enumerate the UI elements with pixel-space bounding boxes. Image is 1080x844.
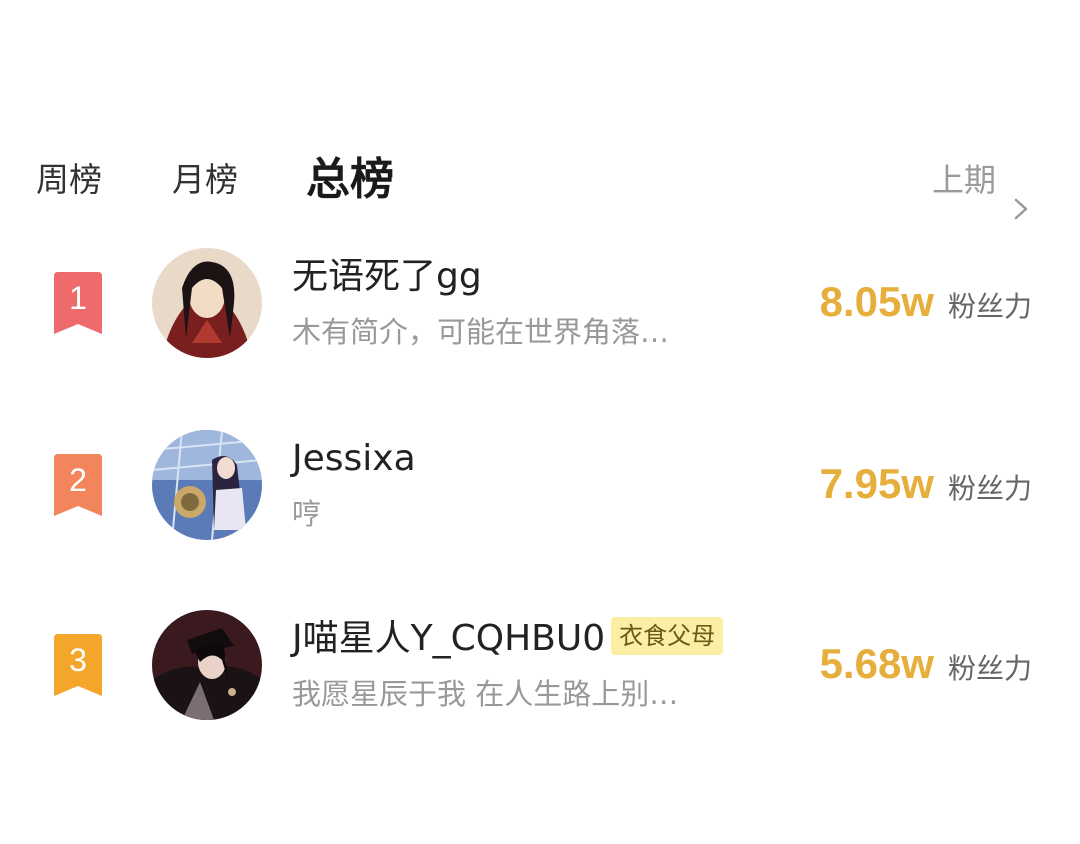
avatar[interactable] — [152, 430, 262, 540]
tab-all-time[interactable]: 总榜 — [306, 140, 394, 220]
fan-power: 7.95w 粉丝力 — [820, 460, 1032, 508]
ranking-row[interactable]: 3 J喵星人Y_CQHBU0 衣食父母 我愿星辰于我 在人生路上别… 5.68w … — [0, 606, 1080, 726]
user-bio: 哼 — [292, 497, 322, 531]
rank-number: 3 — [69, 642, 87, 678]
fan-power: 5.68w 粉丝力 — [820, 640, 1032, 688]
fan-power-value: 7.95w — [819, 460, 934, 507]
avatar[interactable] — [152, 610, 262, 720]
fan-power: 8.05w 粉丝力 — [820, 278, 1032, 326]
fan-power-label: 粉丝力 — [947, 652, 1032, 685]
ranking-tabs: 周榜 月榜 总榜 上期 — [0, 140, 1080, 220]
fan-power-label: 粉丝力 — [947, 472, 1032, 505]
avatar[interactable] — [152, 248, 262, 358]
ranking-row[interactable]: 1 无语死了gg 木有简介，可能在世界角落… 8.05w 粉丝力 — [0, 244, 1080, 364]
chevron-right-icon — [1010, 169, 1032, 220]
user-name[interactable]: Jessixa — [292, 434, 416, 484]
fan-power-value: 5.68w — [819, 640, 934, 687]
rank-badge: 1 — [50, 270, 106, 336]
supporter-tag: 衣食父母 — [611, 617, 724, 655]
user-bio: 木有简介，可能在世界角落… — [292, 315, 670, 349]
rank-badge: 3 — [50, 632, 106, 698]
previous-period-label: 上期 — [931, 161, 996, 199]
tab-monthly[interactable]: 月榜 — [172, 140, 238, 220]
ranking-row[interactable]: 2 Jessixa 哼 7.95w 粉丝力 — [0, 426, 1080, 546]
fan-power-label: 粉丝力 — [947, 290, 1032, 323]
user-bio: 我愿星辰于我 在人生路上别… — [292, 677, 679, 711]
rank-number: 1 — [69, 280, 87, 316]
previous-period-button[interactable]: 上期 — [932, 140, 1032, 220]
tab-weekly[interactable]: 周榜 — [36, 140, 102, 220]
user-name[interactable]: 无语死了gg — [292, 252, 482, 302]
rank-number: 2 — [69, 462, 87, 498]
user-name-text: J喵星人Y_CQHBU0 — [292, 618, 606, 659]
fan-power-value: 8.05w — [819, 278, 934, 325]
user-name[interactable]: J喵星人Y_CQHBU0 衣食父母 — [292, 614, 724, 664]
rank-badge: 2 — [50, 452, 106, 518]
